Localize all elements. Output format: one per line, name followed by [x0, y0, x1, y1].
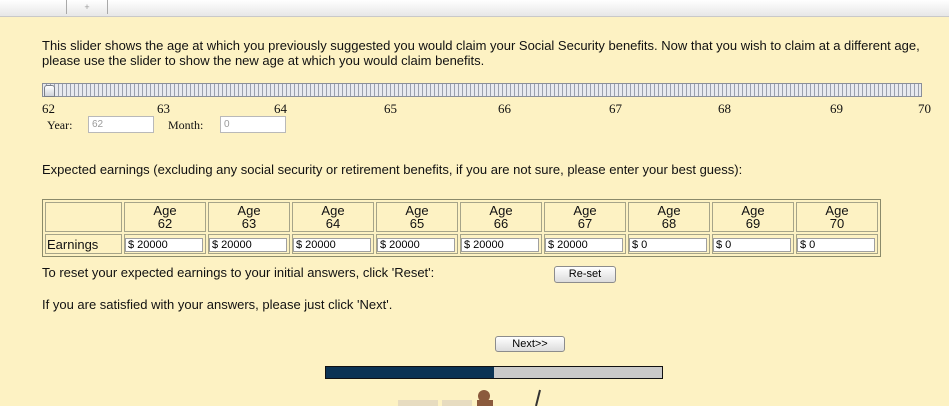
earnings-input-age-64[interactable] [293, 238, 371, 252]
age-header-row: Age 62 Age 63 Age 64 Age 65 Age 66 Age 67 Age 68 Age 69… [45, 202, 878, 232]
age-header-cell: Age 62 [124, 202, 206, 232]
earnings-input-age-70[interactable] [797, 238, 875, 252]
age-header-number: 63 [241, 216, 257, 231]
toolbar-tab-stub: + [66, 0, 108, 14]
age-header-cell: Age 66 [460, 202, 542, 232]
earnings-table: Age 62 Age 63 Age 64 Age 65 Age 66 Age 67 Age 68 Age 69… [42, 199, 881, 257]
age-header-number: 65 [409, 216, 425, 231]
age-header-number: 66 [493, 216, 509, 231]
earnings-input-age-65[interactable] [377, 238, 455, 252]
satisfied-instruction: If you are satisfied with your answers, … [42, 297, 393, 312]
age-header-cell: Age 63 [208, 202, 290, 232]
slider-tick-label: 68 [718, 101, 731, 116]
age-header-number: 68 [661, 216, 677, 231]
month-label: Month: [168, 118, 204, 132]
earnings-row-label: Earnings [45, 234, 122, 254]
earnings-input-age-69[interactable] [713, 238, 791, 252]
age-header-cell: Age 68 [628, 202, 710, 232]
earnings-row: Earnings [45, 234, 878, 254]
age-header-number: 67 [577, 216, 593, 231]
age-header-cell: Age 65 [376, 202, 458, 232]
earnings-input-age-62[interactable] [125, 238, 203, 252]
earnings-input-age-66[interactable] [461, 238, 539, 252]
earnings-cell [628, 234, 710, 254]
earnings-cell [796, 234, 878, 254]
slider-tick-label: 63 [157, 101, 170, 116]
intro-text: This slider shows the age at which you p… [42, 38, 920, 68]
earnings-cell [544, 234, 626, 254]
slider-tick-label: 67 [609, 101, 622, 116]
slider-thumb[interactable] [44, 85, 55, 97]
browser-toolbar: + [0, 0, 949, 17]
age-header-cell: Age 67 [544, 202, 626, 232]
age-header-cell: Age 70 [796, 202, 878, 232]
earnings-cell [124, 234, 206, 254]
earnings-input-age-63[interactable] [209, 238, 287, 252]
earnings-cell [376, 234, 458, 254]
slider-tick-label: 65 [384, 101, 397, 116]
slider-tick-label: 66 [498, 101, 511, 116]
earnings-cell [712, 234, 794, 254]
slider-tick-label: 69 [830, 101, 843, 116]
age-header-cell: Age 64 [292, 202, 374, 232]
year-label: Year: [47, 118, 73, 132]
progress-bar-fill [326, 367, 494, 378]
expected-earnings-text: Expected earnings (excluding any social … [42, 162, 743, 177]
progress-bar [325, 366, 663, 379]
age-slider[interactable] [42, 83, 922, 97]
table-corner-cell [45, 202, 122, 232]
month-input[interactable] [220, 116, 286, 133]
reset-instruction: To reset your expected earnings to your … [42, 265, 435, 280]
reset-button[interactable]: Re-set [554, 266, 616, 283]
slider-tick-label: 70 [918, 101, 931, 116]
slider-tick-label: 64 [274, 101, 287, 116]
earnings-cell [292, 234, 374, 254]
logo [380, 388, 580, 406]
age-header-number: 70 [829, 216, 845, 231]
earnings-cell [460, 234, 542, 254]
earnings-cell [208, 234, 290, 254]
earnings-input-age-67[interactable] [545, 238, 623, 252]
earnings-input-age-68[interactable] [629, 238, 707, 252]
age-header-number: 64 [325, 216, 341, 231]
age-header-cell: Age 69 [712, 202, 794, 232]
slider-tick-label: 62 [42, 101, 55, 116]
age-header-number: 62 [157, 216, 173, 231]
year-input[interactable] [88, 116, 154, 133]
next-button[interactable]: Next>> [495, 336, 565, 352]
age-header-number: 69 [745, 216, 761, 231]
